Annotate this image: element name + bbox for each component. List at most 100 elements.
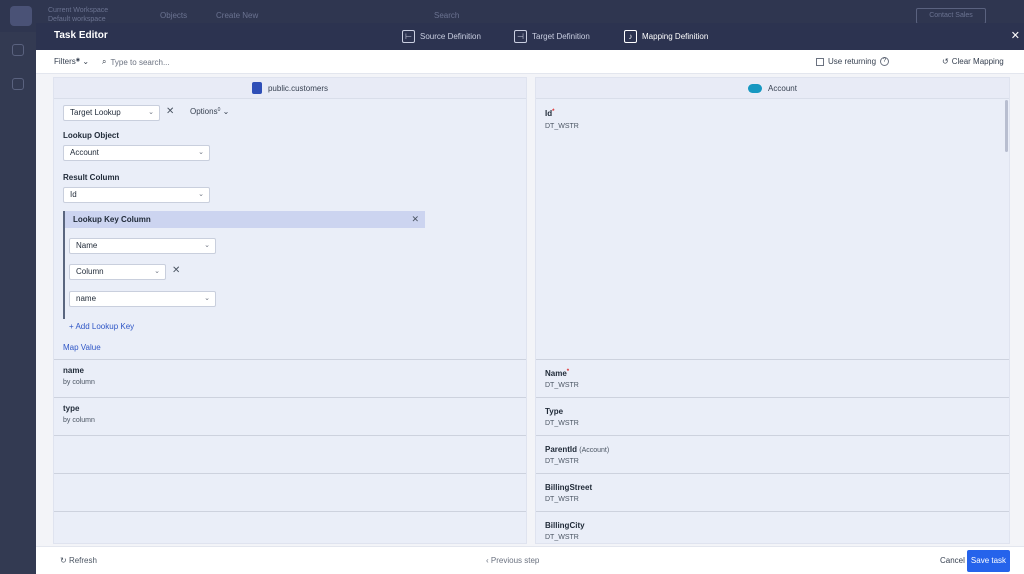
lookup-key-kind-select[interactable]: Column ⌄ — [69, 264, 166, 280]
step-mapping-definition[interactable]: ♪ Mapping Definition — [624, 29, 708, 44]
source-field-name[interactable]: type — [63, 404, 79, 413]
step-target-definition[interactable]: ⊣ Target Definition — [514, 29, 590, 44]
row-divider — [536, 473, 1009, 474]
row-divider — [54, 435, 526, 436]
salesforce-cloud-icon — [748, 83, 763, 93]
lookup-key-title: Lookup Key Column — [73, 215, 151, 224]
filters-label: Filters — [54, 57, 76, 66]
filter-eye-icon: ◉ — [75, 57, 81, 63]
use-returning-label: Use returning — [828, 57, 877, 66]
add-lookup-key-label: Add Lookup Key — [75, 322, 135, 331]
create-new-link: Create New — [216, 11, 259, 20]
remove-mapping-icon[interactable]: ✕ — [166, 106, 174, 117]
source-field-mode: by column — [63, 417, 95, 424]
source-field-mode: by column — [63, 379, 95, 386]
use-returning-toggle[interactable]: Use returning ? — [816, 57, 890, 66]
add-lookup-key-button[interactable]: + Add Lookup Key — [69, 322, 134, 331]
target-panel: Account Id* DT_WSTR Name* DT_WSTR Type D… — [535, 77, 1010, 544]
target-field-name[interactable]: BillingStreet — [545, 483, 592, 492]
target-field-type: DT_WSTR — [545, 534, 579, 541]
sidebar-history-icon — [12, 78, 24, 90]
workspace-selector: Current Workspace Default workspace — [48, 6, 108, 24]
target-field-name[interactable]: ParentId (Account) — [545, 445, 609, 454]
target-field-name[interactable]: Id* — [545, 109, 554, 118]
target-field-type: DT_WSTR — [545, 458, 579, 465]
source-definition-icon: ⊢ — [402, 30, 415, 43]
target-field-name[interactable]: Type — [545, 407, 563, 416]
lookup-key-source-value: name — [76, 294, 97, 303]
step-label: Mapping Definition — [642, 32, 709, 41]
app-logo-icon — [10, 6, 32, 26]
source-panel: public.customers Target Lookup ⌄ ✕ Optio… — [53, 77, 527, 544]
map-value-link[interactable]: Map Value — [63, 343, 101, 352]
modal-footer: ↻ Refresh ‹ Previous step Cancel Save ta… — [36, 546, 1024, 574]
row-divider — [536, 435, 1009, 436]
clear-mapping-button[interactable]: ↺ Clear Mapping — [942, 57, 1004, 66]
filters-button[interactable]: Filters◉ ⌄ — [54, 57, 89, 66]
source-object-name: public.customers — [267, 83, 329, 93]
scrollbar[interactable] — [1005, 100, 1008, 152]
step-source-definition[interactable]: ⊢ Source Definition — [402, 29, 481, 44]
app-search: Search — [434, 11, 460, 20]
remove-key-icon[interactable]: ✕ — [172, 265, 180, 276]
target-definition-icon: ⊣ — [514, 30, 527, 43]
lookup-key-target-select[interactable]: Name ⌄ — [69, 238, 216, 254]
chevron-down-icon: ⌄ — [222, 107, 230, 116]
modal-header: Task Editor ⊢ Source Definition ⊣ Target… — [36, 23, 1024, 50]
mapping-toolbar: Filters◉ ⌄ ⌕ Use returning ? ↺ Clear Map… — [36, 50, 1024, 74]
search-box: ⌕ — [102, 55, 302, 69]
chevron-down-icon: ⌄ — [204, 242, 210, 249]
mapping-type-select[interactable]: Target Lookup ⌄ — [63, 105, 160, 121]
lookup-object-select[interactable]: Account ⌄ — [63, 145, 210, 161]
result-column-select[interactable]: Id ⌄ — [63, 187, 210, 203]
row-divider — [54, 511, 526, 512]
target-field-name[interactable]: Name* — [545, 369, 569, 378]
cancel-button[interactable]: Cancel — [940, 556, 965, 565]
mapping-type-value: Target Lookup — [70, 108, 121, 117]
target-panel-header: Account — [536, 78, 1009, 99]
mapping-definition-icon: ♪ — [624, 30, 637, 43]
chevron-down-icon: ⌄ — [148, 109, 154, 116]
search-icon: ⌕ — [102, 57, 107, 66]
options-dropdown[interactable]: Options0 ⌄ — [190, 107, 229, 116]
lookup-key-header: Lookup Key Column ✕ — [65, 211, 425, 228]
row-divider — [536, 359, 1009, 360]
step-label: Target Definition — [532, 32, 590, 41]
lookup-key-source-select[interactable]: name ⌄ — [69, 291, 216, 307]
source-field-name[interactable]: name — [63, 366, 84, 375]
previous-step-button[interactable]: ‹ Previous step — [486, 556, 539, 565]
chevron-down-icon: ⌄ — [198, 149, 204, 156]
target-field-type: DT_WSTR — [545, 382, 579, 389]
close-icon[interactable]: ✕ — [1011, 29, 1020, 42]
source-panel-header: public.customers — [54, 78, 526, 99]
result-column-label: Result Column — [63, 173, 120, 182]
help-icon[interactable]: ? — [880, 57, 890, 66]
save-task-button[interactable]: Save task — [967, 550, 1010, 572]
lookup-key-target-value: Name — [76, 241, 98, 250]
chevron-left-icon: ‹ — [486, 556, 489, 565]
refresh-button[interactable]: ↻ Refresh — [60, 556, 97, 565]
target-field-name[interactable]: BillingCity — [545, 521, 585, 530]
target-field-type: DT_WSTR — [545, 123, 579, 130]
chevron-down-icon: ⌄ — [198, 191, 204, 198]
row-divider — [54, 473, 526, 474]
reset-icon: ↺ — [942, 57, 949, 66]
result-column-value: Id — [70, 190, 77, 199]
use-returning-checkbox[interactable] — [816, 57, 824, 66]
row-divider — [54, 397, 526, 398]
refresh-icon: ↻ — [60, 556, 67, 565]
modal-title: Task Editor — [54, 30, 108, 41]
lookup-key-kind-value: Column — [76, 267, 104, 276]
chevron-down-icon: ⌄ — [204, 295, 210, 302]
search-input[interactable] — [110, 57, 291, 67]
close-icon[interactable]: ✕ — [411, 211, 419, 228]
clear-mapping-label: Clear Mapping — [951, 57, 1004, 66]
chevron-down-icon: ⌄ — [154, 268, 160, 275]
refresh-label: Refresh — [68, 556, 97, 565]
plus-icon: + — [69, 322, 74, 331]
contact-sales-button: Contact Sales — [916, 8, 986, 24]
step-label: Source Definition — [420, 32, 481, 41]
previous-step-label: Previous step — [490, 556, 540, 565]
options-label: Options — [190, 107, 218, 116]
sidebar-nav-icon — [12, 44, 24, 56]
